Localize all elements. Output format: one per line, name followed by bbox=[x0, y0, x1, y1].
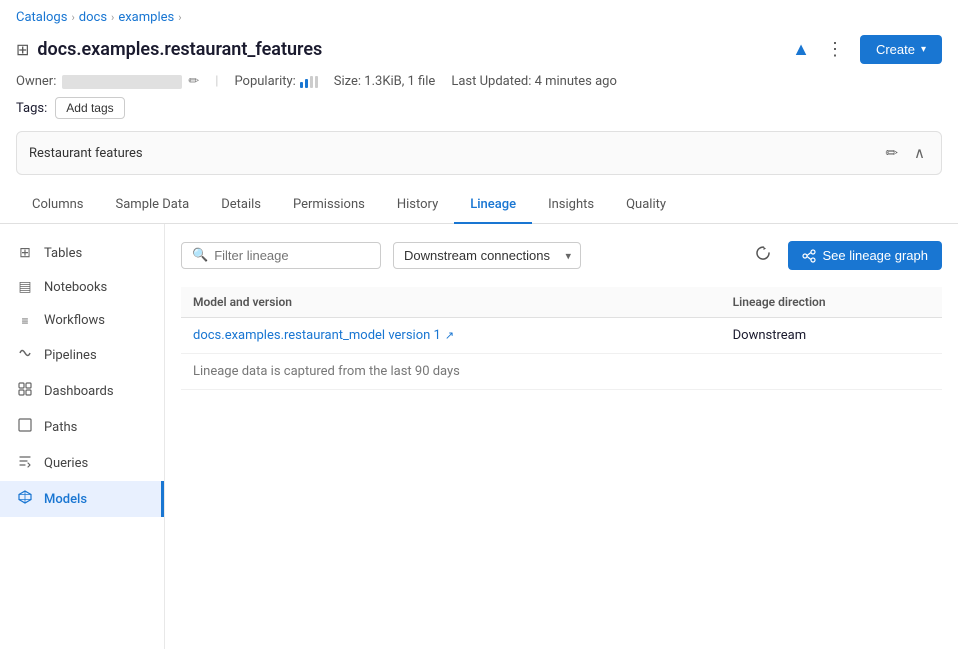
lineage-table: Model and version Lineage direction docs… bbox=[181, 287, 942, 390]
create-arrow-icon: ▾ bbox=[921, 44, 926, 55]
alert-badge-icon: ▲ bbox=[792, 39, 810, 60]
see-lineage-graph-button[interactable]: See lineage graph bbox=[788, 241, 942, 270]
tabs-bar: Columns Sample Data Details Permissions … bbox=[0, 187, 958, 224]
sidebar-item-workflows-label: Workflows bbox=[44, 313, 105, 328]
sidebar-item-models-label: Models bbox=[44, 492, 87, 507]
paths-icon bbox=[16, 418, 34, 436]
tab-history[interactable]: History bbox=[381, 187, 454, 224]
dashboards-icon bbox=[16, 382, 34, 400]
external-link-icon: ↗ bbox=[445, 329, 454, 342]
sidebar-item-paths-label: Paths bbox=[44, 420, 77, 435]
owner-label: Owner: bbox=[16, 74, 56, 89]
notebooks-icon: ▤ bbox=[16, 279, 34, 295]
owner-edit-icon[interactable]: ✏ bbox=[188, 74, 199, 89]
models-icon bbox=[16, 490, 34, 508]
breadcrumb-sep-3: › bbox=[178, 11, 181, 24]
description-edit-button[interactable]: ✏ bbox=[881, 142, 902, 164]
pipelines-icon bbox=[16, 346, 34, 364]
lineage-note-row: Lineage data is captured from the last 9… bbox=[181, 354, 942, 390]
meta-row: Owner: ✏ | Popularity: Size: 1.3KiB, 1 f… bbox=[0, 72, 958, 97]
tags-row: Tags: Add tags bbox=[0, 97, 958, 131]
sidebar-item-pipelines-label: Pipelines bbox=[44, 348, 97, 363]
breadcrumb-examples[interactable]: examples bbox=[118, 10, 174, 25]
tags-label: Tags: bbox=[16, 101, 47, 116]
breadcrumb-docs[interactable]: docs bbox=[79, 10, 107, 25]
description-card: Restaurant features ✏ ∧ bbox=[16, 131, 942, 175]
tables-icon: ⊞ bbox=[16, 245, 34, 261]
tab-details[interactable]: Details bbox=[205, 187, 277, 224]
model-cell: docs.examples.restaurant_model version 1… bbox=[181, 318, 721, 354]
sidebar-item-workflows[interactable]: ≡ Workflows bbox=[0, 304, 164, 337]
owner-field: Owner: ✏ bbox=[16, 74, 199, 89]
tab-quality[interactable]: Quality bbox=[610, 187, 682, 224]
refresh-button[interactable] bbox=[750, 240, 776, 271]
sidebar-item-notebooks[interactable]: ▤ Notebooks bbox=[0, 270, 164, 304]
col-header-direction: Lineage direction bbox=[721, 287, 942, 318]
tab-insights[interactable]: Insights bbox=[532, 187, 610, 224]
table-icon: ⊞ bbox=[16, 40, 29, 59]
sidebar-item-dashboards[interactable]: Dashboards bbox=[0, 373, 164, 409]
workflows-icon: ≡ bbox=[16, 314, 34, 328]
size-info: Size: 1.3KiB, 1 file bbox=[334, 74, 436, 89]
tab-lineage[interactable]: Lineage bbox=[454, 187, 532, 224]
updated-info: Last Updated: 4 minutes ago bbox=[451, 74, 617, 89]
popularity-bars bbox=[300, 76, 318, 88]
search-box: 🔍 bbox=[181, 242, 381, 269]
add-tags-button[interactable]: Add tags bbox=[55, 97, 124, 119]
breadcrumb-sep-1: › bbox=[71, 11, 74, 24]
sidebar: ⊞ Tables ▤ Notebooks ≡ Workflows Pipelin… bbox=[0, 224, 165, 649]
sidebar-item-tables[interactable]: ⊞ Tables bbox=[0, 236, 164, 270]
sidebar-item-queries[interactable]: Queries bbox=[0, 445, 164, 481]
sidebar-item-models[interactable]: Models bbox=[0, 481, 164, 517]
breadcrumb: Catalogs › docs › examples › bbox=[0, 0, 958, 31]
breadcrumb-sep-2: › bbox=[111, 11, 114, 24]
create-button-label: Create bbox=[876, 42, 915, 57]
model-name: docs.examples.restaurant_model version 1 bbox=[193, 328, 441, 343]
table-row: docs.examples.restaurant_model version 1… bbox=[181, 318, 942, 354]
content-area: ⊞ Tables ▤ Notebooks ≡ Workflows Pipelin… bbox=[0, 224, 958, 649]
create-button[interactable]: Create ▾ bbox=[860, 35, 942, 64]
sidebar-item-pipelines[interactable]: Pipelines bbox=[0, 337, 164, 373]
header-actions: ⋮ Create ▾ bbox=[818, 35, 942, 64]
breadcrumb-catalogs[interactable]: Catalogs bbox=[16, 10, 67, 25]
popularity-field: Popularity: bbox=[234, 74, 317, 89]
page-header: ⊞ docs.examples.restaurant_features ▲ ⋮ … bbox=[0, 31, 958, 72]
search-input[interactable] bbox=[214, 248, 354, 263]
model-link[interactable]: docs.examples.restaurant_model version 1… bbox=[193, 328, 709, 343]
see-lineage-graph-label: See lineage graph bbox=[822, 248, 928, 263]
filter-row: 🔍 Downstream connections Upstream connec… bbox=[181, 240, 942, 271]
search-icon: 🔍 bbox=[192, 248, 208, 263]
sidebar-item-paths[interactable]: Paths bbox=[0, 409, 164, 445]
tab-columns[interactable]: Columns bbox=[16, 187, 100, 224]
owner-value-placeholder bbox=[62, 75, 182, 89]
sidebar-item-tables-label: Tables bbox=[44, 246, 82, 261]
connections-dropdown-wrapper: Downstream connections Upstream connecti… bbox=[393, 242, 581, 269]
description-actions: ✏ ∧ bbox=[881, 142, 929, 164]
sidebar-item-notebooks-label: Notebooks bbox=[44, 280, 107, 295]
sidebar-item-queries-label: Queries bbox=[44, 456, 88, 471]
description-collapse-button[interactable]: ∧ bbox=[910, 142, 929, 164]
col-header-model: Model and version bbox=[181, 287, 721, 318]
queries-icon bbox=[16, 454, 34, 472]
direction-cell: Downstream bbox=[721, 318, 942, 354]
lineage-note: Lineage data is captured from the last 9… bbox=[181, 354, 942, 390]
description-text: Restaurant features bbox=[29, 146, 143, 161]
tab-sample-data[interactable]: Sample Data bbox=[100, 187, 206, 224]
popularity-label: Popularity: bbox=[234, 74, 295, 89]
main-panel: 🔍 Downstream connections Upstream connec… bbox=[165, 224, 958, 649]
sidebar-item-dashboards-label: Dashboards bbox=[44, 384, 114, 399]
page-title: docs.examples.restaurant_features bbox=[37, 39, 784, 60]
more-options-button[interactable]: ⋮ bbox=[818, 35, 852, 64]
connections-dropdown[interactable]: Downstream connections Upstream connecti… bbox=[393, 242, 581, 269]
tab-permissions[interactable]: Permissions bbox=[277, 187, 381, 224]
